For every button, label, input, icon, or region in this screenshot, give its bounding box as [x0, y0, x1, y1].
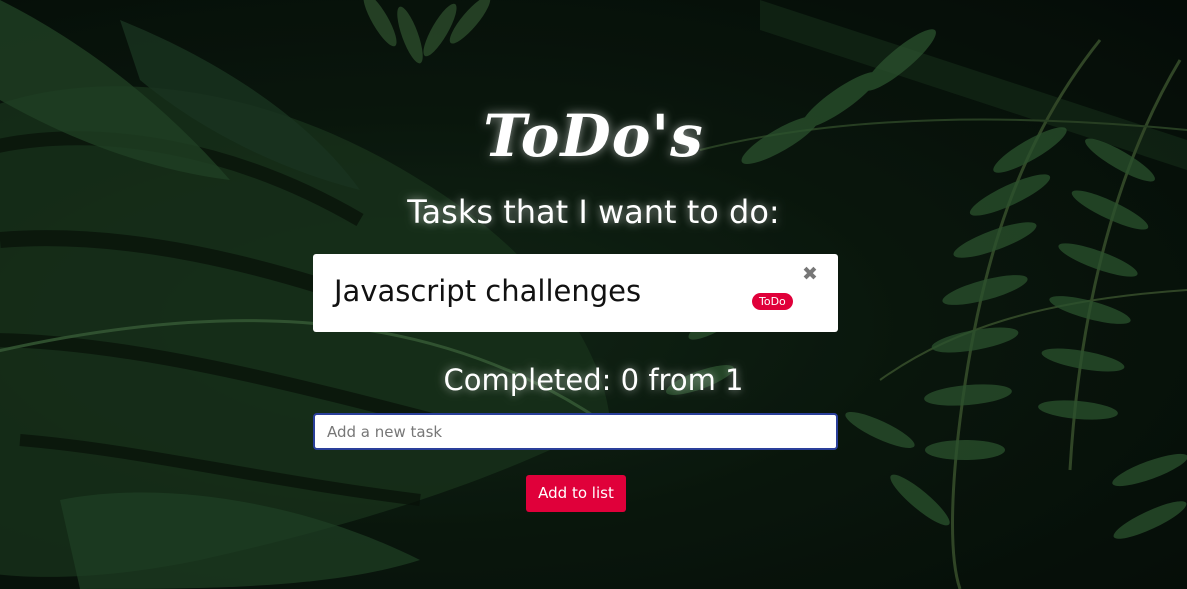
page-subtitle: Tasks that I want to do:	[407, 193, 780, 231]
new-task-input[interactable]	[313, 413, 838, 450]
app-title: ToDo's	[483, 102, 704, 170]
add-to-list-button[interactable]: Add to list	[526, 475, 626, 512]
app-screen: ToDo's Tasks that I want to do: Javascri…	[0, 0, 1187, 589]
status-badge: ToDo	[752, 293, 793, 310]
completed-counter: Completed: 0 from 1	[443, 363, 744, 397]
close-icon[interactable]: ✖	[802, 264, 818, 284]
task-text[interactable]: Javascript challenges	[334, 271, 641, 311]
task-item[interactable]: Javascript challenges ToDo ✖	[313, 254, 838, 332]
